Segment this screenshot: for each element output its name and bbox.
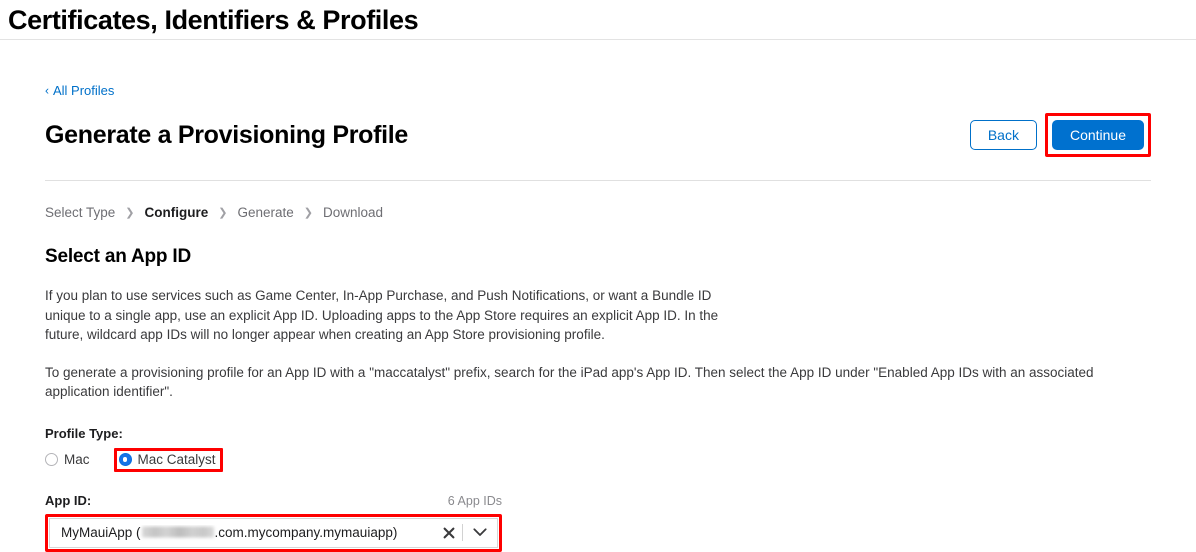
continue-button-highlight: Continue <box>1044 113 1151 157</box>
app-id-label-row: App ID: 6 App IDs <box>45 493 502 509</box>
clear-selection-icon[interactable] <box>436 527 462 539</box>
all-profiles-back-link-label: All Profiles <box>53 83 115 98</box>
app-id-select-highlight: MyMauiApp ( .com.mycompany.mymauiapp) <box>45 513 502 552</box>
redacted-team-id <box>141 526 214 538</box>
radio-option-mac-catalyst[interactable]: Mac Catalyst <box>118 451 216 468</box>
step-generate[interactable]: Generate <box>237 205 293 221</box>
select-app-id-heading: Select an App ID <box>45 246 192 267</box>
content-area: ‹ All Profiles Generate a Provisioning P… <box>0 40 1196 552</box>
app-id-block: App ID: 6 App IDs MyMauiApp ( .com.mycom… <box>45 493 502 552</box>
app-id-value-prefix: MyMauiApp ( <box>61 524 141 540</box>
wizard-steps: Select Type ❯ Configure ❯ Generate ❯ Dow… <box>45 205 1151 221</box>
app-id-select[interactable]: MyMauiApp ( .com.mycompany.mymauiapp) <box>49 517 498 548</box>
title-row: Generate a Provisioning Profile Back Con… <box>45 113 1151 181</box>
app-id-description-paragraph-2: To generate a provisioning profile for a… <box>45 364 1094 400</box>
profile-type-label: Profile Type: <box>45 425 123 441</box>
app-id-selected-value: MyMauiApp ( .com.mycompany.mymauiapp) <box>61 525 436 541</box>
radio-option-mac[interactable]: Mac <box>45 452 90 468</box>
mac-catalyst-highlight: Mac Catalyst <box>113 447 223 472</box>
page-header: Certificates, Identifiers & Profiles <box>0 0 1196 40</box>
app-id-description-paragraph-1: If you plan to use services such as Game… <box>45 288 719 342</box>
all-profiles-back-link[interactable]: ‹ All Profiles <box>45 83 114 99</box>
app-id-count: 6 App IDs <box>447 493 502 508</box>
app-id-label: App ID: <box>45 492 92 508</box>
step-select-type[interactable]: Select Type <box>45 205 115 221</box>
app-id-value-suffix: .com.mycompany.mymauiapp) <box>214 524 398 540</box>
step-download[interactable]: Download <box>323 205 383 221</box>
back-link-row: ‹ All Profiles <box>45 40 1151 100</box>
radio-icon-mac[interactable] <box>45 453 58 466</box>
step-configure[interactable]: Configure <box>145 205 209 221</box>
chevron-left-icon: ‹ <box>45 83 49 98</box>
continue-button[interactable]: Continue <box>1051 120 1144 150</box>
radio-icon-mac-catalyst[interactable] <box>118 453 132 466</box>
radio-label-mac-catalyst: Mac Catalyst <box>137 451 216 467</box>
action-buttons: Back Continue <box>969 113 1151 157</box>
chevron-right-icon: ❯ <box>303 207 313 219</box>
chevron-down-icon[interactable] <box>463 528 497 537</box>
section-page-title: Generate a Provisioning Profile <box>45 120 409 149</box>
profile-type-radio-group: Mac Mac Catalyst <box>45 447 1151 472</box>
radio-label-mac: Mac <box>64 451 90 467</box>
chevron-right-icon: ❯ <box>125 207 135 219</box>
chevron-right-icon: ❯ <box>218 207 228 219</box>
back-button[interactable]: Back <box>969 120 1037 150</box>
page-title: Certificates, Identifiers & Profiles <box>8 4 419 35</box>
